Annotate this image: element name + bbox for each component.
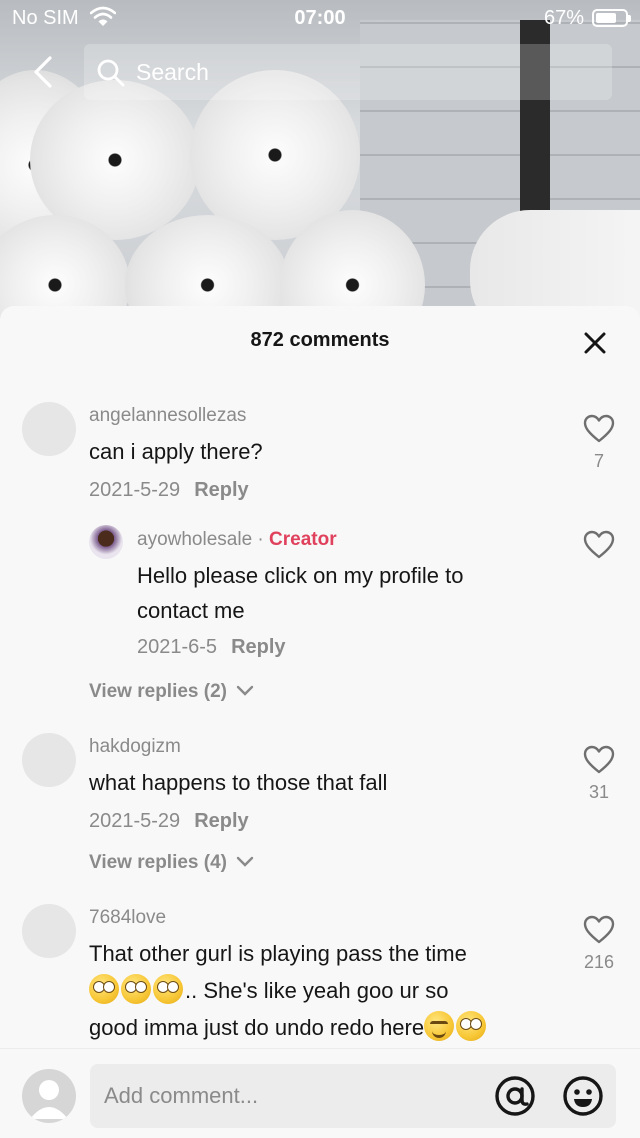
- comments-sheet: 872 comments angelannesollezas can i app…: [0, 306, 640, 1138]
- reply-username-line: ayowholesale · Creator: [137, 529, 337, 551]
- emoji-icon[interactable]: [562, 1075, 604, 1117]
- chevron-down-icon: [237, 685, 254, 696]
- comment-input-placeholder: Add comment...: [104, 1083, 259, 1108]
- avatar[interactable]: [22, 904, 76, 958]
- smirk-emoji: [424, 1011, 455, 1041]
- rolling-eyes-emoji: [153, 974, 183, 1004]
- creator-avatar[interactable]: [89, 525, 123, 559]
- battery-icon: [592, 9, 631, 27]
- reply-username[interactable]: ayowholesale: [137, 529, 252, 550]
- heart-icon: [583, 414, 615, 443]
- heart-icon: [583, 745, 615, 774]
- like-button[interactable]: 31: [577, 745, 621, 803]
- search-label: Search: [136, 59, 209, 85]
- view-replies-button[interactable]: View replies (2): [89, 681, 254, 703]
- comment-text-line: good imma just do undo redo here: [89, 1010, 488, 1046]
- comment-text: what happens to those that fall: [89, 770, 388, 795]
- reply-meta: 2021-6-5 Reply: [137, 636, 286, 659]
- reply-date: 2021-6-5: [137, 636, 218, 658]
- comment-date: 2021-5-29: [89, 479, 181, 501]
- reply-button[interactable]: Reply: [194, 479, 248, 501]
- reply-text-line: contact me: [137, 598, 245, 623]
- comment-meta: 2021-5-29 Reply: [89, 479, 249, 502]
- like-count: 31: [588, 782, 610, 802]
- comment-text-line: That other gurl is playing pass the time: [89, 941, 467, 966]
- creator-badge: Creator: [269, 529, 337, 550]
- avatar[interactable]: [22, 402, 76, 456]
- comment-text-fragment: good imma just do undo redo here: [89, 1015, 425, 1040]
- battery-percent: 67%: [543, 7, 584, 29]
- comment-text-line: .. She's like yeah goo ur so: [89, 973, 448, 1009]
- mention-icon[interactable]: [494, 1075, 536, 1117]
- reply-text-line: Hello please click on my profile to: [137, 563, 464, 588]
- comment-date: 2021-5-29: [89, 810, 181, 832]
- like-button[interactable]: 7: [577, 414, 621, 472]
- view-replies-button[interactable]: View replies (4): [89, 852, 254, 874]
- comment-input[interactable]: Add comment...: [90, 1064, 616, 1128]
- chevron-down-icon: [237, 856, 254, 867]
- my-avatar: [22, 1069, 76, 1123]
- rolling-eyes-emoji: [456, 1011, 487, 1041]
- creator-separator: ·: [257, 529, 264, 550]
- like-count: 216: [583, 952, 615, 972]
- comment-composer: Add comment...: [0, 1048, 640, 1138]
- close-icon[interactable]: [580, 328, 610, 358]
- view-replies-label: View replies (4): [89, 852, 227, 873]
- comment-username[interactable]: hakdogizm: [89, 736, 181, 758]
- status-bar: No SIM 07:00 67%: [0, 0, 640, 36]
- like-count: 7: [593, 451, 604, 471]
- heart-icon: [583, 915, 615, 944]
- reply-button[interactable]: Reply: [194, 810, 248, 832]
- search-icon: [97, 59, 125, 87]
- comment-text-fragment: .. She's like yeah goo ur so: [185, 978, 449, 1003]
- like-button[interactable]: [577, 530, 621, 565]
- comment-text: can i apply there?: [89, 439, 263, 464]
- view-replies-label: View replies (2): [89, 681, 227, 702]
- rolling-eyes-emoji: [121, 974, 151, 1004]
- comment-meta: 2021-5-29 Reply: [89, 810, 249, 833]
- comment-username[interactable]: angelannesollezas: [89, 405, 246, 427]
- like-button[interactable]: 216: [577, 915, 621, 973]
- comments-count-title: 872 comments: [250, 329, 390, 351]
- reply-button[interactable]: Reply: [231, 636, 285, 658]
- comment-username[interactable]: 7684love: [89, 907, 166, 929]
- heart-icon: [583, 530, 615, 559]
- comment-list[interactable]: angelannesollezas can i apply there? 202…: [0, 376, 640, 1048]
- search-bar[interactable]: Search: [84, 44, 612, 100]
- back-icon[interactable]: [24, 52, 64, 92]
- user-icon: [30, 1080, 68, 1119]
- avatar[interactable]: [22, 733, 76, 787]
- rolling-eyes-emoji: [89, 974, 119, 1004]
